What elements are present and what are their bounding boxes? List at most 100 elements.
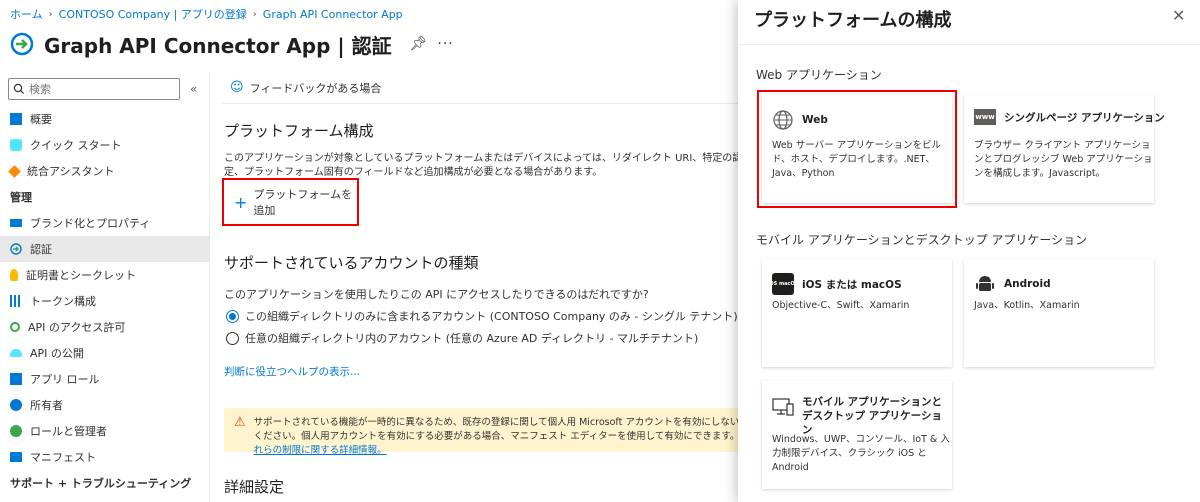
sidebar-item-label: マニフェスト xyxy=(30,451,96,464)
sidebar-item-token-config[interactable]: トークン構成 xyxy=(0,288,210,314)
page-title: Graph API Connector App | 認証 xyxy=(44,33,392,58)
advanced-settings-title: 詳細設定 xyxy=(224,478,285,496)
card-title: モバイル アプリケーションとデスクトップ アプリケーション xyxy=(802,396,942,436)
platform-config-description: このアプリケーションが対象としているプラットフォームまたはデバイスによっては、リ… xyxy=(224,153,738,178)
cloud-icon xyxy=(10,349,22,357)
card-description: Java、Kotlin、Xamarin xyxy=(974,300,1080,311)
sidebar-item-label: API のアクセス許可 xyxy=(28,321,126,334)
main-content: ☺ フィードバックがある場合 プラットフォーム構成 このアプリケーションが対象と… xyxy=(222,72,738,502)
sidebar-item-label: 認証 xyxy=(30,243,52,256)
sidebar-item-manifest[interactable]: マニフェスト xyxy=(0,444,210,470)
sidebar-item-label: クイック スタート xyxy=(30,139,122,152)
card-header: Android xyxy=(974,273,1051,295)
mobile-desktop-label: モバイル アプリケーションとデスクトップ アプリケーション xyxy=(756,233,1088,247)
card-header: iOS macOS iOS または macOS xyxy=(768,273,902,295)
platform-config-title: プラットフォーム構成 xyxy=(224,122,374,140)
sidebar-item-integration-assistant[interactable]: 統合アシスタント xyxy=(0,158,210,184)
search-box[interactable] xyxy=(8,78,180,100)
question-text: このアプリケーションを使用したりこの API にアクセスしたりできるのはだれです… xyxy=(224,288,649,301)
radio-label: この組織ディレクトリのみに含まれるアカウント (CONTOSO Company … xyxy=(245,310,738,323)
collapse-icon[interactable]: « xyxy=(190,82,197,96)
branding-icon xyxy=(10,219,22,227)
warning-icon: ⚠ xyxy=(234,415,246,430)
card-description: Windows、UWP、コンソール、IoT & 入力制限デバイス、クラシック i… xyxy=(772,434,950,473)
radio-single-tenant[interactable]: この組織ディレクトリのみに含まれるアカウント (CONTOSO Company … xyxy=(226,308,738,324)
more-icon[interactable]: ··· xyxy=(437,36,453,52)
sidebar-item-api-permissions[interactable]: API のアクセス許可 xyxy=(0,314,210,340)
globe-icon xyxy=(773,110,793,130)
breadcrumb-home[interactable]: ホーム xyxy=(10,6,43,22)
close-icon[interactable]: ✕ xyxy=(1172,6,1185,25)
users-icon xyxy=(10,399,22,411)
radio-multi-tenant[interactable]: 任意の組織ディレクトリ内のアカウント (任意の Azure AD ディレクトリ … xyxy=(226,330,698,346)
plus-icon: + xyxy=(234,192,248,212)
card-title: iOS または macOS xyxy=(802,278,902,291)
card-header: モバイル アプリケーションとデスクトップ アプリケーション xyxy=(772,395,952,437)
pin-icon[interactable]: 📌︎ xyxy=(410,36,428,52)
warning-content: サポートされている機能が一時的に異なるため、既存の登録に関して個人用 Micro… xyxy=(253,416,738,456)
help-link[interactable]: 判断に役立つヘルプの表示... xyxy=(224,364,360,379)
radio-label: 任意の組織ディレクトリ内のアカウント (任意の Azure AD ディレクトリ … xyxy=(245,332,699,345)
sidebar-item-label: アプリ ロール xyxy=(30,373,100,386)
sidebar-item-expose-api[interactable]: API の公開 xyxy=(0,340,210,366)
cloud-icon xyxy=(10,139,22,151)
sidebar-item-authentication[interactable]: 認証 xyxy=(0,236,210,262)
sidebar-item-branding[interactable]: ブランド化とプロパティ xyxy=(0,210,210,236)
platform-card-web[interactable]: Web Web サーバー アプリケーションをビルド、ホスト、デプロイします。.N… xyxy=(757,90,957,208)
sidebar-item-app-roles[interactable]: アプリ ロール xyxy=(0,366,210,392)
chevron-right-icon: › xyxy=(48,8,53,20)
card-description: Objective-C、Swift、Xamarin xyxy=(772,300,910,311)
card-description: Web サーバー アプリケーションをビルド、ホスト、デプロイします。.NET、J… xyxy=(772,140,941,179)
authentication-icon xyxy=(10,243,22,255)
rocket-icon xyxy=(8,164,21,178)
feedback-icon: ☺ xyxy=(230,80,244,95)
manifest-icon xyxy=(10,452,22,462)
sidebar-item-label: 統合アシスタント xyxy=(27,165,115,178)
platform-card-desktop[interactable]: モバイル アプリケーションとデスクトップ アプリケーション Windows、UW… xyxy=(762,381,952,489)
card-header: www シングルページ アプリケーション xyxy=(974,109,1165,125)
sidebar-item-quickstart[interactable]: クイック スタート xyxy=(0,132,210,158)
token-icon xyxy=(10,295,22,307)
card-title: シングルページ アプリケーション xyxy=(1004,111,1165,124)
sidebar-item-label: 概要 xyxy=(30,113,52,126)
sidebar-item-owners[interactable]: 所有者 xyxy=(0,392,210,418)
account-types-question: このアプリケーションを使用したりこの API にアクセスしたりできるのはだれです… xyxy=(224,286,649,302)
command-bar: ☺ フィードバックがある場合 xyxy=(222,72,738,104)
apple-icon: iOS macOS xyxy=(768,273,798,295)
sidebar-item-certificates[interactable]: 証明書とシークレット xyxy=(0,262,210,288)
breadcrumb-app[interactable]: Graph API Connector App xyxy=(263,8,403,21)
feedback-button[interactable]: フィードバックがある場合 xyxy=(250,80,382,96)
sidebar-item-overview[interactable]: 概要 xyxy=(0,106,210,132)
title-bar: Graph API Connector App | 認証 📌︎ ··· xyxy=(10,28,454,60)
desktop-icon xyxy=(772,398,794,416)
sidebar-item-label: ブランド化とプロパティ xyxy=(30,217,151,230)
sidebar: « 概要 クイック スタート 統合アシスタント 管理 ブランド化とプロパティ 認… xyxy=(0,72,210,502)
warning-banner: ⚠ サポートされている機能が一時的に異なるため、既存の登録に関して個人用 Mic… xyxy=(224,408,738,456)
breadcrumb-app-registrations[interactable]: CONTOSO Company | アプリの登録 xyxy=(59,6,247,22)
platform-card-android[interactable]: Android Java、Kotlin、Xamarin xyxy=(964,259,1154,367)
web-applications-label: Web アプリケーション xyxy=(756,68,882,82)
sidebar-item-label: API の公開 xyxy=(30,347,84,360)
panel-divider xyxy=(738,44,1200,45)
sidebar-item-label: トークン構成 xyxy=(30,295,96,308)
account-types-title: サポートされているアカウントの種類 xyxy=(224,254,479,272)
card-title: Web xyxy=(802,114,828,126)
platform-card-ios[interactable]: iOS macOS iOS または macOS Objective-C、Swif… xyxy=(762,259,952,367)
sidebar-item-roles-admins[interactable]: ロールと管理者 xyxy=(0,418,210,444)
platform-card-spa[interactable]: www シングルページ アプリケーション ブラウザー クライアント アプリケーシ… xyxy=(964,95,1165,203)
search-icon xyxy=(13,83,25,95)
chevron-right-icon: › xyxy=(252,8,257,20)
radio-button[interactable] xyxy=(226,331,239,345)
breadcrumb: ホーム › CONTOSO Company | アプリの登録 › Graph A… xyxy=(10,6,403,22)
add-platform-button[interactable]: + プラットフォームを追加 xyxy=(222,178,359,226)
sidebar-item-label: 所有者 xyxy=(30,399,63,412)
app-roles-icon xyxy=(10,373,22,385)
add-platform-label: プラットフォームを追加 xyxy=(253,188,353,217)
search-input[interactable] xyxy=(29,82,169,96)
warning-text: サポートされている機能が一時的に異なるため、既存の登録に関して個人用 Micro… xyxy=(253,417,738,442)
browser-icon: www xyxy=(974,109,996,125)
panel-title: プラットフォームの構成 xyxy=(754,10,952,31)
key-icon xyxy=(10,269,18,281)
radio-button-checked[interactable] xyxy=(226,309,239,323)
roles-icon xyxy=(10,425,22,437)
